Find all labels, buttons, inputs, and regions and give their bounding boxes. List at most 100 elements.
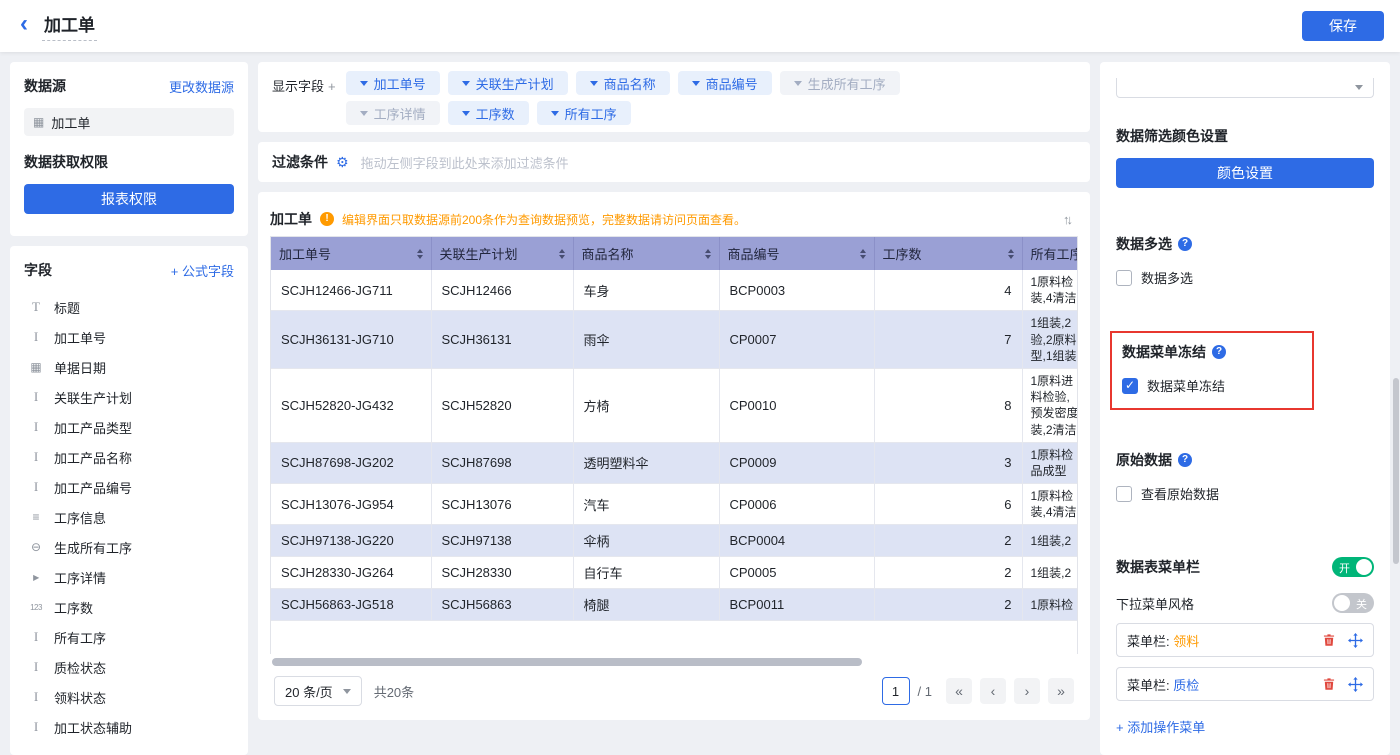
field-item[interactable]: I加工产品编号 bbox=[24, 472, 234, 502]
column-header[interactable]: 所有工序 bbox=[1022, 237, 1078, 270]
sort-order-icon[interactable]: ↑↓ bbox=[1059, 210, 1078, 229]
field-item-label: 工序详情 bbox=[54, 568, 106, 587]
table-cell: BCP0011 bbox=[719, 589, 874, 621]
sort-arrows-icon[interactable] bbox=[705, 249, 711, 259]
field-item[interactable]: 123工序数 bbox=[24, 592, 234, 622]
checkbox-checked-icon[interactable] bbox=[1122, 378, 1138, 394]
display-field-chip[interactable]: 加工单号 bbox=[346, 71, 440, 95]
add-formula-field-link[interactable]: + 公式字段 bbox=[171, 261, 234, 280]
window-scrollbar-thumb[interactable] bbox=[1393, 378, 1399, 564]
help-icon[interactable]: ? bbox=[1178, 453, 1192, 467]
column-header-label: 所有工序 bbox=[1031, 244, 1079, 263]
help-icon[interactable]: ? bbox=[1212, 345, 1226, 359]
chevron-down-icon bbox=[462, 81, 470, 86]
field-item[interactable]: I加工单号 bbox=[24, 322, 234, 352]
add-display-field-icon[interactable]: + bbox=[328, 79, 336, 94]
checkbox-unchecked-icon[interactable] bbox=[1116, 486, 1132, 502]
field-item[interactable]: I质检状态 bbox=[24, 652, 234, 682]
table-cell: BCP0003 bbox=[719, 270, 874, 311]
save-button[interactable]: 保存 bbox=[1302, 11, 1384, 41]
last-page-button[interactable]: » bbox=[1048, 678, 1074, 704]
horizontal-scrollbar-thumb[interactable] bbox=[272, 658, 862, 666]
delete-icon[interactable] bbox=[1322, 633, 1336, 647]
field-item[interactable]: ▶工序详情 bbox=[24, 562, 234, 592]
display-field-chip[interactable]: 商品编号 bbox=[678, 71, 772, 95]
delete-icon[interactable] bbox=[1322, 677, 1336, 691]
field-item[interactable]: I所有工序 bbox=[24, 622, 234, 652]
table-row[interactable]: SCJH97138-JG220SCJH97138伞柄BCP000421组装,2 bbox=[271, 525, 1078, 557]
table-cell: 1原料检 装,4清洁 bbox=[1022, 270, 1078, 311]
table-row[interactable]: SCJH52820-JG432SCJH52820方椅CP001081原料进 料检… bbox=[271, 368, 1078, 442]
horizontal-scrollbar[interactable] bbox=[270, 656, 1078, 668]
table-row[interactable]: SCJH28330-JG264SCJH28330自行车CP000521组装,2 bbox=[271, 557, 1078, 589]
table-row[interactable]: SCJH13076-JG954SCJH13076汽车CP000661原料检 装,… bbox=[271, 484, 1078, 525]
freeze-option[interactable]: 数据菜单冻结 bbox=[1122, 376, 1302, 395]
table-row[interactable]: SCJH56863-JG518SCJH56863椅腿BCP001121原料检 bbox=[271, 589, 1078, 621]
help-icon[interactable]: ? bbox=[1178, 237, 1192, 251]
field-item[interactable]: I加工产品名称 bbox=[24, 442, 234, 472]
first-page-button[interactable]: « bbox=[946, 678, 972, 704]
column-header[interactable]: 商品名称 bbox=[573, 237, 719, 270]
table-row[interactable]: SCJH36131-JG710SCJH36131雨伞CP000771组装,2 验… bbox=[271, 311, 1078, 369]
page-size-select[interactable]: 20 条/页 bbox=[274, 676, 362, 706]
prev-page-button[interactable]: ‹ bbox=[980, 678, 1006, 704]
table-row[interactable]: SCJH87698-JG202SCJH87698透明塑料伞CP000931原料检… bbox=[271, 442, 1078, 483]
sort-arrows-icon[interactable] bbox=[417, 249, 423, 259]
table-cell: CP0007 bbox=[719, 311, 874, 369]
field-item[interactable]: I关联生产计划 bbox=[24, 382, 234, 412]
gear-icon[interactable]: ⚙ bbox=[336, 154, 349, 171]
truncated-dropdown[interactable] bbox=[1116, 78, 1374, 98]
table-row[interactable]: SCJH12466-JG711SCJH12466车身BCP000341原料检 装… bbox=[271, 270, 1078, 311]
settings-panel: 数据筛选颜色设置 颜色设置 数据多选 ? 数据多选 数据菜单冻结 ? 数据菜单冻… bbox=[1100, 62, 1390, 755]
field-item[interactable]: ▦单据日期 bbox=[24, 352, 234, 382]
page-size-value: 20 条/页 bbox=[285, 682, 333, 701]
chevron-down-icon bbox=[462, 111, 470, 116]
field-item[interactable]: ⊖生成所有工序 bbox=[24, 532, 234, 562]
next-page-button[interactable]: › bbox=[1014, 678, 1040, 704]
move-icon[interactable] bbox=[1348, 633, 1363, 648]
sort-arrows-icon[interactable] bbox=[860, 249, 866, 259]
menu-bar-label: 菜单栏: 领料 bbox=[1127, 631, 1199, 650]
table-cell: 方椅 bbox=[573, 368, 719, 442]
filter-dropzone[interactable]: 拖动左侧字段到此处来添加过滤条件 bbox=[361, 153, 1076, 172]
change-datasource-link[interactable]: 更改数据源 bbox=[169, 77, 234, 96]
add-menu-link[interactable]: + 添加操作菜单 bbox=[1116, 717, 1205, 736]
table-cell: CP0005 bbox=[719, 557, 874, 589]
table-cell: 1组装,2 验,2原料 型,1组装 bbox=[1022, 311, 1078, 369]
display-field-chip[interactable]: 所有工序 bbox=[537, 101, 631, 125]
color-setting-button[interactable]: 颜色设置 bbox=[1116, 158, 1374, 188]
page-title[interactable]: 加工单 bbox=[42, 11, 97, 41]
table-menubar-toggle[interactable]: 开 bbox=[1332, 557, 1374, 577]
field-item[interactable]: I加工状态辅助 bbox=[24, 712, 234, 742]
move-icon[interactable] bbox=[1348, 677, 1363, 692]
datasource-item[interactable]: ▦ 加工单 bbox=[24, 108, 234, 136]
field-item[interactable]: T标题 bbox=[24, 292, 234, 322]
field-item[interactable]: I加工产品类型 bbox=[24, 412, 234, 442]
field-item[interactable]: I领料状态 bbox=[24, 682, 234, 712]
permission-title: 数据获取权限 bbox=[24, 152, 234, 172]
column-header[interactable]: 商品编号 bbox=[719, 237, 874, 270]
column-header[interactable]: 关联生产计划 bbox=[431, 237, 573, 270]
raw-data-option[interactable]: 查看原始数据 bbox=[1116, 484, 1374, 503]
table-cell: SCJH12466-JG711 bbox=[271, 270, 431, 311]
sort-arrows-icon[interactable] bbox=[1008, 249, 1014, 259]
display-field-chip[interactable]: 商品名称 bbox=[576, 71, 670, 95]
current-page-input[interactable]: 1 bbox=[882, 677, 910, 705]
display-field-chip[interactable]: 生成所有工序 bbox=[780, 71, 900, 95]
checkbox-unchecked-icon[interactable] bbox=[1116, 270, 1132, 286]
column-header-label: 关联生产计划 bbox=[440, 244, 518, 263]
display-field-chip[interactable]: 工序详情 bbox=[346, 101, 440, 125]
window-scrollbar[interactable] bbox=[1391, 0, 1399, 755]
back-icon[interactable]: ‹ bbox=[20, 12, 28, 36]
chip-label: 商品名称 bbox=[604, 74, 656, 93]
column-header[interactable]: 工序数 bbox=[874, 237, 1022, 270]
text-icon: I bbox=[27, 449, 45, 465]
dropdown-style-toggle[interactable]: 关 bbox=[1332, 593, 1374, 613]
sort-arrows-icon[interactable] bbox=[559, 249, 565, 259]
display-field-chip[interactable]: 工序数 bbox=[448, 101, 529, 125]
multi-select-option[interactable]: 数据多选 bbox=[1116, 268, 1374, 287]
display-field-chip[interactable]: 关联生产计划 bbox=[448, 71, 568, 95]
report-permission-button[interactable]: 报表权限 bbox=[24, 184, 234, 214]
field-item[interactable]: ≡工序信息 bbox=[24, 502, 234, 532]
column-header[interactable]: 加工单号 bbox=[271, 237, 431, 270]
